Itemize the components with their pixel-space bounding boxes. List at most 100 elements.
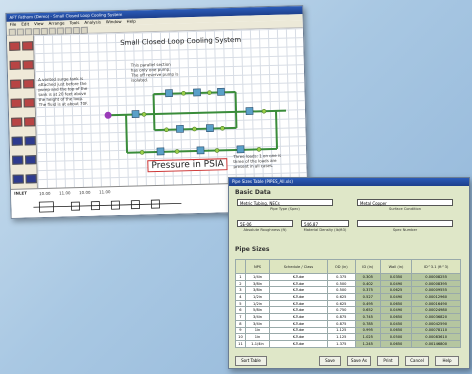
table-cell[interactable]: 0.375 [354,286,381,295]
table-cell[interactable]: 0.00009555 [411,286,461,295]
table-cell[interactable]: 0.0350 [379,273,413,281]
reservoir-tool-icon[interactable] [10,98,22,108]
table-cell[interactable]: 0.00016490 [411,299,461,308]
table-cell[interactable]: 1-1/4in [244,339,271,348]
table-cell[interactable]: 0.0650 [379,339,413,348]
table-cell[interactable]: 0.625 [326,299,356,308]
table-cell[interactable]: 1/2in [244,293,271,301]
table-cell[interactable]: 3/4in [244,313,271,321]
table-cell[interactable]: 1.025 [354,333,381,341]
table-cell[interactable]: 3/8in [244,279,271,288]
zoom-tool-icon[interactable] [25,155,37,165]
menu-arrange[interactable]: Arrange [49,20,65,26]
table-cell[interactable]: 0.995 [354,326,381,335]
table-cell[interactable]: K-Tube [269,333,328,341]
table-cell[interactable]: K-Tube [269,339,328,348]
table-cell[interactable]: K-Tube [269,286,328,295]
table-row[interactable]: 10 1in K-Tube 1.125 1.025 0.0500 0.00083610 [235,333,461,341]
junction-tool-icon[interactable] [22,41,34,51]
density-field[interactable]: 546.87 [301,220,349,227]
table-cell[interactable]: K-Tube [269,306,328,315]
table-cell[interactable]: 0.375 [326,273,356,281]
table-cell[interactable]: 5/8in [244,306,271,315]
table-cell[interactable]: 1/4in [244,273,271,281]
table-row[interactable]: 5 1/2in K-Tube 0.625 0.495 0.0650 0.00016490 [235,299,461,308]
line-tool-icon[interactable] [25,174,37,184]
table-cell[interactable]: 0.402 [354,279,381,288]
table-cell[interactable]: 3 [235,286,246,295]
menu-file[interactable]: File [10,22,17,28]
menu-help[interactable]: Help [127,19,136,25]
table-cell[interactable]: K-Tube [269,279,328,288]
pipe-type-field[interactable]: Metric Tubing, NECs [237,199,333,206]
menu-edit[interactable]: Edit [21,21,29,27]
table-row[interactable]: 3 3/8in K-Tube 0.500 0.375 0.0625 0.00009555 [235,286,461,295]
table-cell[interactable]: 3/8in [244,286,271,295]
table-cell[interactable]: 0.00036820 [411,313,461,321]
table-cell[interactable]: 1.125 [326,326,356,335]
table-cell[interactable]: 0.00083610 [411,333,461,341]
print-button[interactable]: Print [377,356,399,366]
table-cell[interactable]: 0.305 [354,273,381,281]
table-cell[interactable]: 0.0650 [379,326,413,335]
table-cell[interactable]: 8 [235,319,246,328]
table-cell[interactable]: 0.0650 [379,313,413,321]
table-cell[interactable]: 6 [235,306,246,315]
table-row[interactable]: 1 1/4in K-Tube 0.375 0.305 0.0350 0.00008255 [235,273,461,281]
table-cell[interactable]: 0.0490 [379,306,413,315]
table-cell[interactable]: 4 [235,293,246,301]
select-tool-icon[interactable] [24,136,36,146]
table-cell[interactable]: K-Tube [269,273,328,281]
table-cell[interactable]: 0.750 [326,306,356,315]
table-cell[interactable]: 0.00012960 [411,293,461,301]
valve-tool-icon[interactable] [22,60,34,70]
table-row[interactable]: 11 1-1/4in K-Tube 1.375 1.245 0.0650 0.0014680… [235,339,461,348]
save-button[interactable]: Save [319,356,341,366]
table-cell[interactable]: 0.652 [354,306,381,315]
pan-tool-icon[interactable] [12,155,24,165]
table-cell[interactable]: 1/2in [244,299,271,308]
pipe-tool-icon[interactable] [9,41,21,51]
pump-tool-icon[interactable] [9,60,21,70]
table-cell[interactable]: 0.527 [354,293,381,301]
table-row[interactable]: 4 1/2in K-Tube 0.625 0.527 0.0490 0.00012960 [235,293,461,301]
menu-tools[interactable]: Tools [69,20,79,26]
table-cell[interactable]: 0.785 [354,319,381,328]
table-cell[interactable]: 0.0490 [379,293,413,301]
menu-analysis[interactable]: Analysis [84,19,101,25]
table-cell[interactable]: 0.875 [326,313,356,321]
table-cell[interactable]: 0.500 [326,286,356,295]
table-row[interactable]: 6 5/8in K-Tube 0.750 0.652 0.0490 0.00024980 [235,306,461,315]
spec-number-field[interactable] [357,220,453,227]
table-cell[interactable]: 0.00042590 [411,319,461,328]
cancel-button[interactable]: Cancel [405,356,429,366]
table-row[interactable]: 8 3/4in K-Tube 0.875 0.785 0.0450 0.00042590 [235,319,461,328]
table-row[interactable]: 9 1in K-Tube 1.125 0.995 0.0650 0.00078110 [235,326,461,335]
table-cell[interactable]: 9 [235,326,246,335]
table-cell[interactable]: 11 [235,339,246,348]
tank-tool-icon[interactable] [10,79,22,89]
table-cell[interactable]: 0.495 [354,299,381,308]
table-cell[interactable]: K-Tube [269,326,328,335]
table-cell[interactable]: 1in [244,333,271,341]
pipe-network[interactable] [34,28,308,175]
table-cell[interactable]: 5 [235,299,246,308]
help-button[interactable]: Help [435,356,459,366]
table-cell[interactable]: 0.00008255 [411,273,461,281]
table-cell[interactable]: 0.0650 [379,299,413,308]
table-cell[interactable]: 0.0625 [379,286,413,295]
table-cell[interactable]: K-Tube [269,319,328,328]
table-cell[interactable]: 1.125 [326,333,356,341]
table-cell[interactable]: 3/4in [244,319,271,328]
table-cell[interactable]: 2 [235,279,246,288]
pipe-sizes-table[interactable]: NPS Schedule / Class OD (in) ID (in) Wal… [235,259,461,348]
table-cell[interactable]: 0.875 [326,319,356,328]
table-cell[interactable]: K-Tube [269,293,328,301]
table-cell[interactable]: 0.500 [326,279,356,288]
table-cell[interactable]: 0.00078110 [411,326,461,335]
table-cell[interactable]: 0.00146800 [411,339,461,348]
table-cell[interactable]: K-Tube [269,299,328,308]
annotation-tool-icon[interactable] [11,136,23,146]
table-cell[interactable]: 0.745 [354,313,381,321]
table-row[interactable]: 2 3/8in K-Tube 0.500 0.402 0.0490 0.00008395 [235,279,461,288]
